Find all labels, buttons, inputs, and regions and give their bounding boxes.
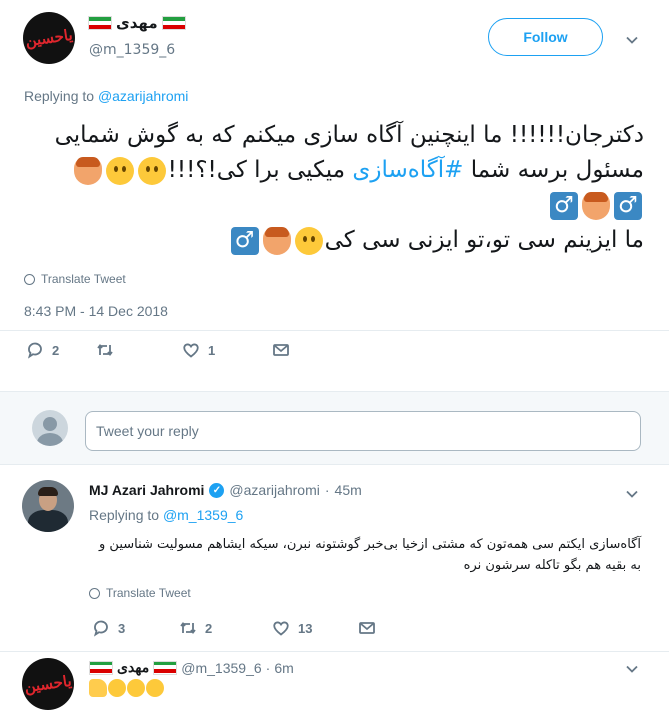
reply-time[interactable]: 6m xyxy=(274,660,293,676)
divider xyxy=(0,330,669,331)
reply-icon xyxy=(27,342,42,359)
reply-header: مهدی @m_1359_6 · 6m xyxy=(89,659,294,676)
replying-to-handle-link[interactable]: @m_1359_6 xyxy=(163,507,243,523)
tweet-actions: 2 1 xyxy=(26,341,290,359)
replying-to-handle-link[interactable]: @azarijahromi xyxy=(98,88,188,104)
reply-time[interactable]: 45m xyxy=(335,482,362,498)
reply-text: آگاه‌سازی ایکتم سی همه‌تون که مشتی ازخیا… xyxy=(99,537,641,573)
translate-tweet-label: Translate Tweet xyxy=(106,586,191,600)
tweet-text-segment: مسئول برسه شما xyxy=(463,157,644,183)
reply-author-avatar[interactable] xyxy=(22,480,74,532)
author-handle[interactable]: @m_1359_6 xyxy=(89,42,175,58)
male-sign-icon: ♂ xyxy=(614,191,642,220)
tears-of-joy-icon xyxy=(146,679,164,697)
reply-input[interactable]: Tweet your reply xyxy=(85,411,641,451)
tears-of-joy-icon xyxy=(108,679,126,697)
reply-author-handle[interactable]: @azarijahromi xyxy=(229,482,319,498)
follow-button[interactable]: Follow xyxy=(488,18,603,56)
meta-separator: · xyxy=(265,659,271,676)
like-count: 13 xyxy=(298,620,313,636)
reply-actions: 3 2 13 xyxy=(92,619,376,637)
reply-author-handle[interactable]: @m_1359_6 xyxy=(181,660,261,676)
thumbs-up-icon xyxy=(89,679,107,697)
heart-icon xyxy=(183,343,199,358)
retweet-icon xyxy=(180,622,196,634)
translate-tweet-label: Translate Tweet xyxy=(41,272,126,286)
translate-tweet-link[interactable]: Translate Tweet xyxy=(89,586,191,600)
reply-count: 2 xyxy=(52,342,60,358)
tears-of-joy-icon xyxy=(127,679,145,697)
author-display-name: مهدی xyxy=(116,14,158,32)
main-tweet: یاحسین مهدی @m_1359_6 Follow Replying to… xyxy=(0,0,669,390)
hashtag-link[interactable]: #آگاه‌سازی xyxy=(352,157,463,183)
retweet-action[interactable]: 2 xyxy=(179,619,272,637)
chevron-down-icon[interactable] xyxy=(626,34,638,46)
reply-emoji-text xyxy=(89,679,164,697)
meta-separator: · xyxy=(324,482,330,498)
envelope-icon xyxy=(359,622,375,634)
replying-to-label: Replying to xyxy=(89,507,160,523)
avatar-logo-text: یاحسین xyxy=(23,671,73,697)
iran-flag-icon xyxy=(89,660,113,675)
reply-author-name[interactable]: MJ Azari Jahromi xyxy=(89,482,204,498)
tweet-emoji-line: ♂♂ xyxy=(24,188,644,223)
globe-icon xyxy=(24,273,35,285)
iran-flag-icon xyxy=(161,16,186,30)
tweet-text: دکترجان!!!!!! ما اینچنین آگاه سازی میکنم… xyxy=(24,118,644,258)
reply-action[interactable]: 3 xyxy=(92,619,179,637)
retweet-icon xyxy=(97,344,113,356)
chevron-down-icon[interactable] xyxy=(626,488,638,500)
tweet-timestamp[interactable]: 8:43 PM - 14 Dec 2018 xyxy=(24,303,168,319)
author-avatar[interactable]: یاحسین xyxy=(23,12,75,64)
woman-facepalming-icon xyxy=(73,156,102,185)
tweet-text-line: مسئول برسه شما #آگاه‌سازی میکیی برا کی!؟… xyxy=(24,153,644,188)
reply-composer: Tweet your reply xyxy=(0,391,669,465)
reply-author-avatar[interactable]: یاحسین xyxy=(22,658,74,710)
like-action[interactable]: 13 xyxy=(272,619,358,637)
iran-flag-icon xyxy=(153,660,178,675)
reply-icon xyxy=(93,620,108,637)
thinking-face-icon xyxy=(137,156,166,185)
reply-count: 3 xyxy=(118,620,126,636)
translate-tweet-link[interactable]: Translate Tweet xyxy=(24,272,126,286)
direct-message-action[interactable] xyxy=(358,619,376,637)
replying-to: Replying to @azarijahromi xyxy=(24,88,188,104)
tweet-text-segment: میکیی برا کی!؟!!! xyxy=(167,157,353,183)
author-name-row[interactable]: مهدی xyxy=(88,14,186,32)
globe-icon xyxy=(89,587,100,599)
iran-flag-icon xyxy=(88,16,112,30)
tweet-text-line: دکترجان!!!!!! ما اینچنین آگاه سازی میکنم… xyxy=(54,122,644,148)
replying-to-label: Replying to xyxy=(24,88,95,104)
verified-badge-icon: ✓ xyxy=(209,482,225,498)
male-sign-icon: ♂ xyxy=(230,226,259,255)
tweet-text-line: ما ایزینم سی تو،تو ایزنی سی کی ♂ xyxy=(24,223,644,258)
direct-message-action[interactable] xyxy=(272,341,290,359)
reply-tweet[interactable]: MJ Azari Jahromi ✓ @azarijahromi · 45m R… xyxy=(0,466,669,652)
reply-author-name[interactable]: مهدی xyxy=(117,659,149,676)
male-sign-icon: ♂ xyxy=(550,191,578,220)
retweet-action[interactable] xyxy=(96,341,182,359)
envelope-icon xyxy=(273,344,289,356)
replying-to: Replying to @m_1359_6 xyxy=(89,507,243,523)
thinking-face-icon xyxy=(105,156,134,185)
thinking-face-icon xyxy=(294,226,323,255)
reply-tweet[interactable]: یاحسین مهدی @m_1359_6 · 6m xyxy=(0,652,669,715)
like-action[interactable]: 1 xyxy=(182,341,272,359)
woman-facepalming-icon xyxy=(582,191,610,220)
like-count: 1 xyxy=(208,342,216,358)
current-user-avatar xyxy=(32,410,68,446)
woman-facepalming-icon xyxy=(262,226,291,255)
chevron-down-icon[interactable] xyxy=(626,663,638,675)
avatar-logo-text: یاحسین xyxy=(24,25,74,51)
avatar-suit xyxy=(28,510,68,532)
retweet-count: 2 xyxy=(205,620,213,636)
avatar-hair xyxy=(38,487,58,496)
reply-header: MJ Azari Jahromi ✓ @azarijahromi · 45m xyxy=(89,482,362,498)
tweet-text-segment: ما ایزینم سی تو،تو ایزنی سی کی xyxy=(324,227,644,253)
heart-icon xyxy=(273,621,289,636)
reply-action[interactable]: 2 xyxy=(26,341,96,359)
